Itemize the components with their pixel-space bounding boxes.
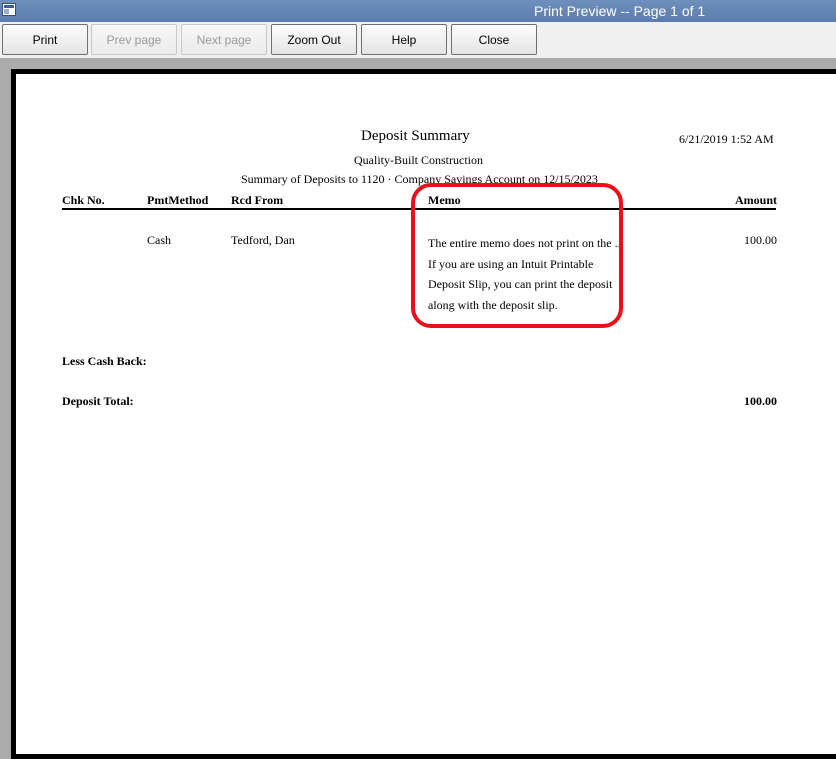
- next-page-button[interactable]: Next page: [181, 24, 267, 55]
- memo-highlight-box: [411, 183, 623, 328]
- report-title: Deposit Summary: [361, 128, 470, 144]
- print-button[interactable]: Print: [2, 24, 88, 55]
- help-button[interactable]: Help: [361, 24, 447, 55]
- report-page: Deposit Summary Quality-Built Constructi…: [11, 69, 836, 759]
- deposit-total-value: 100.00: [744, 394, 777, 408]
- prev-page-button[interactable]: Prev page: [91, 24, 177, 55]
- zoom-out-button[interactable]: Zoom Out: [271, 24, 357, 55]
- column-header-pmt-method: PmtMethod: [147, 193, 209, 207]
- row-pmt-method: Cash: [147, 233, 171, 247]
- less-cash-back-label: Less Cash Back:: [62, 354, 147, 368]
- deposit-total-label: Deposit Total:: [62, 394, 134, 408]
- company-name: Quality-Built Construction: [354, 153, 483, 167]
- window-title-bar: Print Preview -- Page 1 of 1: [0, 0, 836, 22]
- column-header-amount: Amount: [734, 193, 777, 207]
- window-title: Print Preview -- Page 1 of 1: [534, 3, 706, 19]
- column-header-chk-no: Chk No.: [62, 193, 105, 207]
- report-datetime: 6/21/2019 1:52 AM: [679, 132, 774, 146]
- column-header-rcd-from: Rcd From: [231, 193, 284, 207]
- row-rcd-from: Tedford, Dan: [231, 233, 295, 247]
- row-amount: 100.00: [744, 233, 777, 247]
- window-app-icon[interactable]: [2, 3, 16, 16]
- preview-toolbar: Print Prev page Next page Zoom Out Help …: [0, 22, 836, 58]
- close-button[interactable]: Close: [451, 24, 537, 55]
